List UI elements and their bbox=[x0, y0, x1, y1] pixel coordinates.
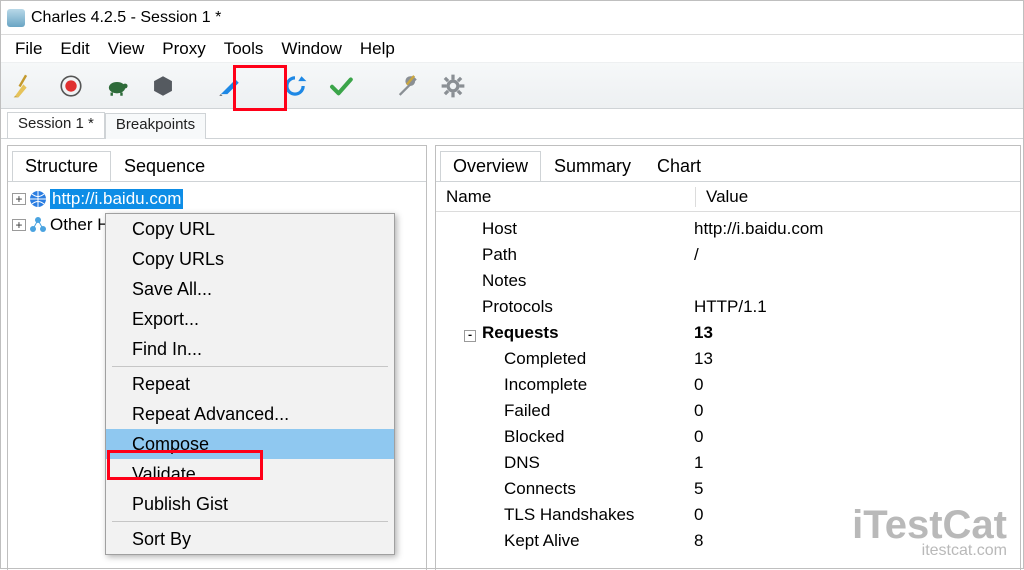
menu-edit[interactable]: Edit bbox=[54, 37, 95, 61]
gear-icon[interactable] bbox=[437, 70, 469, 102]
overview-body: Host http://i.baidu.com Path / Notes Protocol… bbox=[436, 212, 1020, 558]
ctx-validate[interactable]: Validate bbox=[106, 459, 394, 489]
overview-key: Connects bbox=[504, 479, 576, 498]
overview-key: Host bbox=[482, 219, 517, 238]
overview-key: TLS Handshakes bbox=[504, 505, 634, 524]
cluster-icon bbox=[28, 215, 48, 235]
title-bar: Charles 4.2.5 - Session 1 * bbox=[1, 1, 1023, 35]
overview-value: 1 bbox=[694, 453, 1012, 473]
overview-value: 0 bbox=[694, 505, 1012, 525]
ctx-repeat-advanced[interactable]: Repeat Advanced... bbox=[106, 399, 394, 429]
menu-help[interactable]: Help bbox=[354, 37, 401, 61]
overview-value: 0 bbox=[694, 427, 1012, 447]
tab-overview[interactable]: Overview bbox=[440, 151, 541, 181]
structure-tabs: Structure Sequence bbox=[8, 146, 426, 182]
globe-icon bbox=[28, 189, 48, 209]
menu-tools[interactable]: Tools bbox=[218, 37, 270, 61]
overview-value: 13 bbox=[694, 349, 1012, 369]
hexagon-icon[interactable] bbox=[147, 70, 179, 102]
menu-window[interactable]: Window bbox=[275, 37, 347, 61]
overview-row[interactable]: Kept Alive 8 bbox=[444, 528, 1012, 554]
check-icon[interactable] bbox=[325, 70, 357, 102]
overview-row[interactable]: Completed 13 bbox=[444, 346, 1012, 372]
ctx-save-all[interactable]: Save All... bbox=[106, 274, 394, 304]
overview-key: Blocked bbox=[504, 427, 564, 446]
overview-row[interactable]: -Requests 13 bbox=[444, 320, 1012, 346]
ctx-sort-by[interactable]: Sort By bbox=[106, 524, 394, 554]
overview-value: 13 bbox=[694, 323, 1012, 343]
overview-key: Incomplete bbox=[504, 375, 587, 394]
overview-row[interactable]: TLS Handshakes 0 bbox=[444, 502, 1012, 528]
ctx-copy-urls[interactable]: Copy URLs bbox=[106, 244, 394, 274]
overview-row[interactable]: Host http://i.baidu.com bbox=[444, 216, 1012, 242]
tab-structure[interactable]: Structure bbox=[12, 151, 111, 181]
turtle-icon[interactable] bbox=[101, 70, 133, 102]
tab-sequence[interactable]: Sequence bbox=[111, 151, 218, 181]
tab-session-1[interactable]: Session 1 * bbox=[7, 112, 105, 138]
tree-node-label: http://i.baidu.com bbox=[50, 189, 183, 209]
overview-row[interactable]: Notes bbox=[444, 268, 1012, 294]
menu-bar: File Edit View Proxy Tools Window Help bbox=[1, 35, 1023, 63]
menu-proxy[interactable]: Proxy bbox=[156, 37, 211, 61]
tab-summary[interactable]: Summary bbox=[541, 151, 644, 181]
menu-separator bbox=[112, 366, 388, 367]
col-value: Value bbox=[696, 187, 748, 207]
record-icon[interactable] bbox=[55, 70, 87, 102]
broom-icon[interactable] bbox=[9, 70, 41, 102]
refresh-icon[interactable] bbox=[279, 70, 311, 102]
collapse-icon[interactable]: - bbox=[464, 330, 476, 342]
overview-value: / bbox=[694, 245, 1012, 265]
overview-key: Path bbox=[482, 245, 517, 264]
ctx-compose[interactable]: Compose bbox=[106, 429, 394, 459]
overview-value: http://i.baidu.com bbox=[694, 219, 1012, 239]
overview-value: 0 bbox=[694, 401, 1012, 421]
overview-row[interactable]: Connects 5 bbox=[444, 476, 1012, 502]
col-name: Name bbox=[436, 187, 696, 207]
expand-icon[interactable]: + bbox=[12, 219, 26, 231]
overview-row[interactable]: Protocols HTTP/1.1 bbox=[444, 294, 1012, 320]
tab-breakpoints[interactable]: Breakpoints bbox=[105, 113, 206, 139]
context-menu: Copy URLCopy URLsSave All...Export...Fin… bbox=[105, 213, 395, 555]
overview-value: 8 bbox=[694, 531, 1012, 551]
window-title: Charles 4.2.5 - Session 1 * bbox=[31, 9, 221, 27]
overview-row[interactable]: Incomplete 0 bbox=[444, 372, 1012, 398]
overview-value: 0 bbox=[694, 375, 1012, 395]
overview-key: Failed bbox=[504, 401, 550, 420]
overview-key: Kept Alive bbox=[504, 531, 580, 550]
toolbar bbox=[1, 63, 1023, 109]
ctx-find-in[interactable]: Find In... bbox=[106, 334, 394, 364]
ctx-export[interactable]: Export... bbox=[106, 304, 394, 334]
overview-row[interactable]: Path / bbox=[444, 242, 1012, 268]
overview-key: Requests bbox=[482, 323, 559, 342]
ctx-copy-url[interactable]: Copy URL bbox=[106, 214, 394, 244]
tab-chart[interactable]: Chart bbox=[644, 151, 714, 181]
overview-tabs: Overview Summary Chart bbox=[436, 146, 1020, 182]
overview-key: DNS bbox=[504, 453, 540, 472]
menu-separator bbox=[112, 521, 388, 522]
pen-icon[interactable] bbox=[213, 70, 245, 102]
overview-row[interactable]: Blocked 0 bbox=[444, 424, 1012, 450]
overview-header: Name Value bbox=[436, 182, 1020, 212]
ctx-publish-gist[interactable]: Publish Gist bbox=[106, 489, 394, 519]
overview-key: Notes bbox=[482, 271, 526, 290]
overview-row[interactable]: DNS 1 bbox=[444, 450, 1012, 476]
overview-key: Completed bbox=[504, 349, 586, 368]
app-icon bbox=[7, 9, 25, 27]
overview-key: Protocols bbox=[482, 297, 553, 316]
expand-icon[interactable]: + bbox=[12, 193, 26, 205]
overview-row[interactable]: Failed 0 bbox=[444, 398, 1012, 424]
wrench-icon[interactable] bbox=[391, 70, 423, 102]
menu-file[interactable]: File bbox=[9, 37, 48, 61]
ctx-repeat[interactable]: Repeat bbox=[106, 369, 394, 399]
right-pane: Overview Summary Chart Name Value Host ht… bbox=[435, 145, 1021, 570]
overview-value: 5 bbox=[694, 479, 1012, 499]
menu-view[interactable]: View bbox=[102, 37, 151, 61]
tree-node-baidu[interactable]: + http://i.baidu.com bbox=[12, 186, 422, 212]
overview-value: HTTP/1.1 bbox=[694, 297, 1012, 317]
session-tabs: Session 1 * Breakpoints bbox=[1, 109, 1023, 139]
